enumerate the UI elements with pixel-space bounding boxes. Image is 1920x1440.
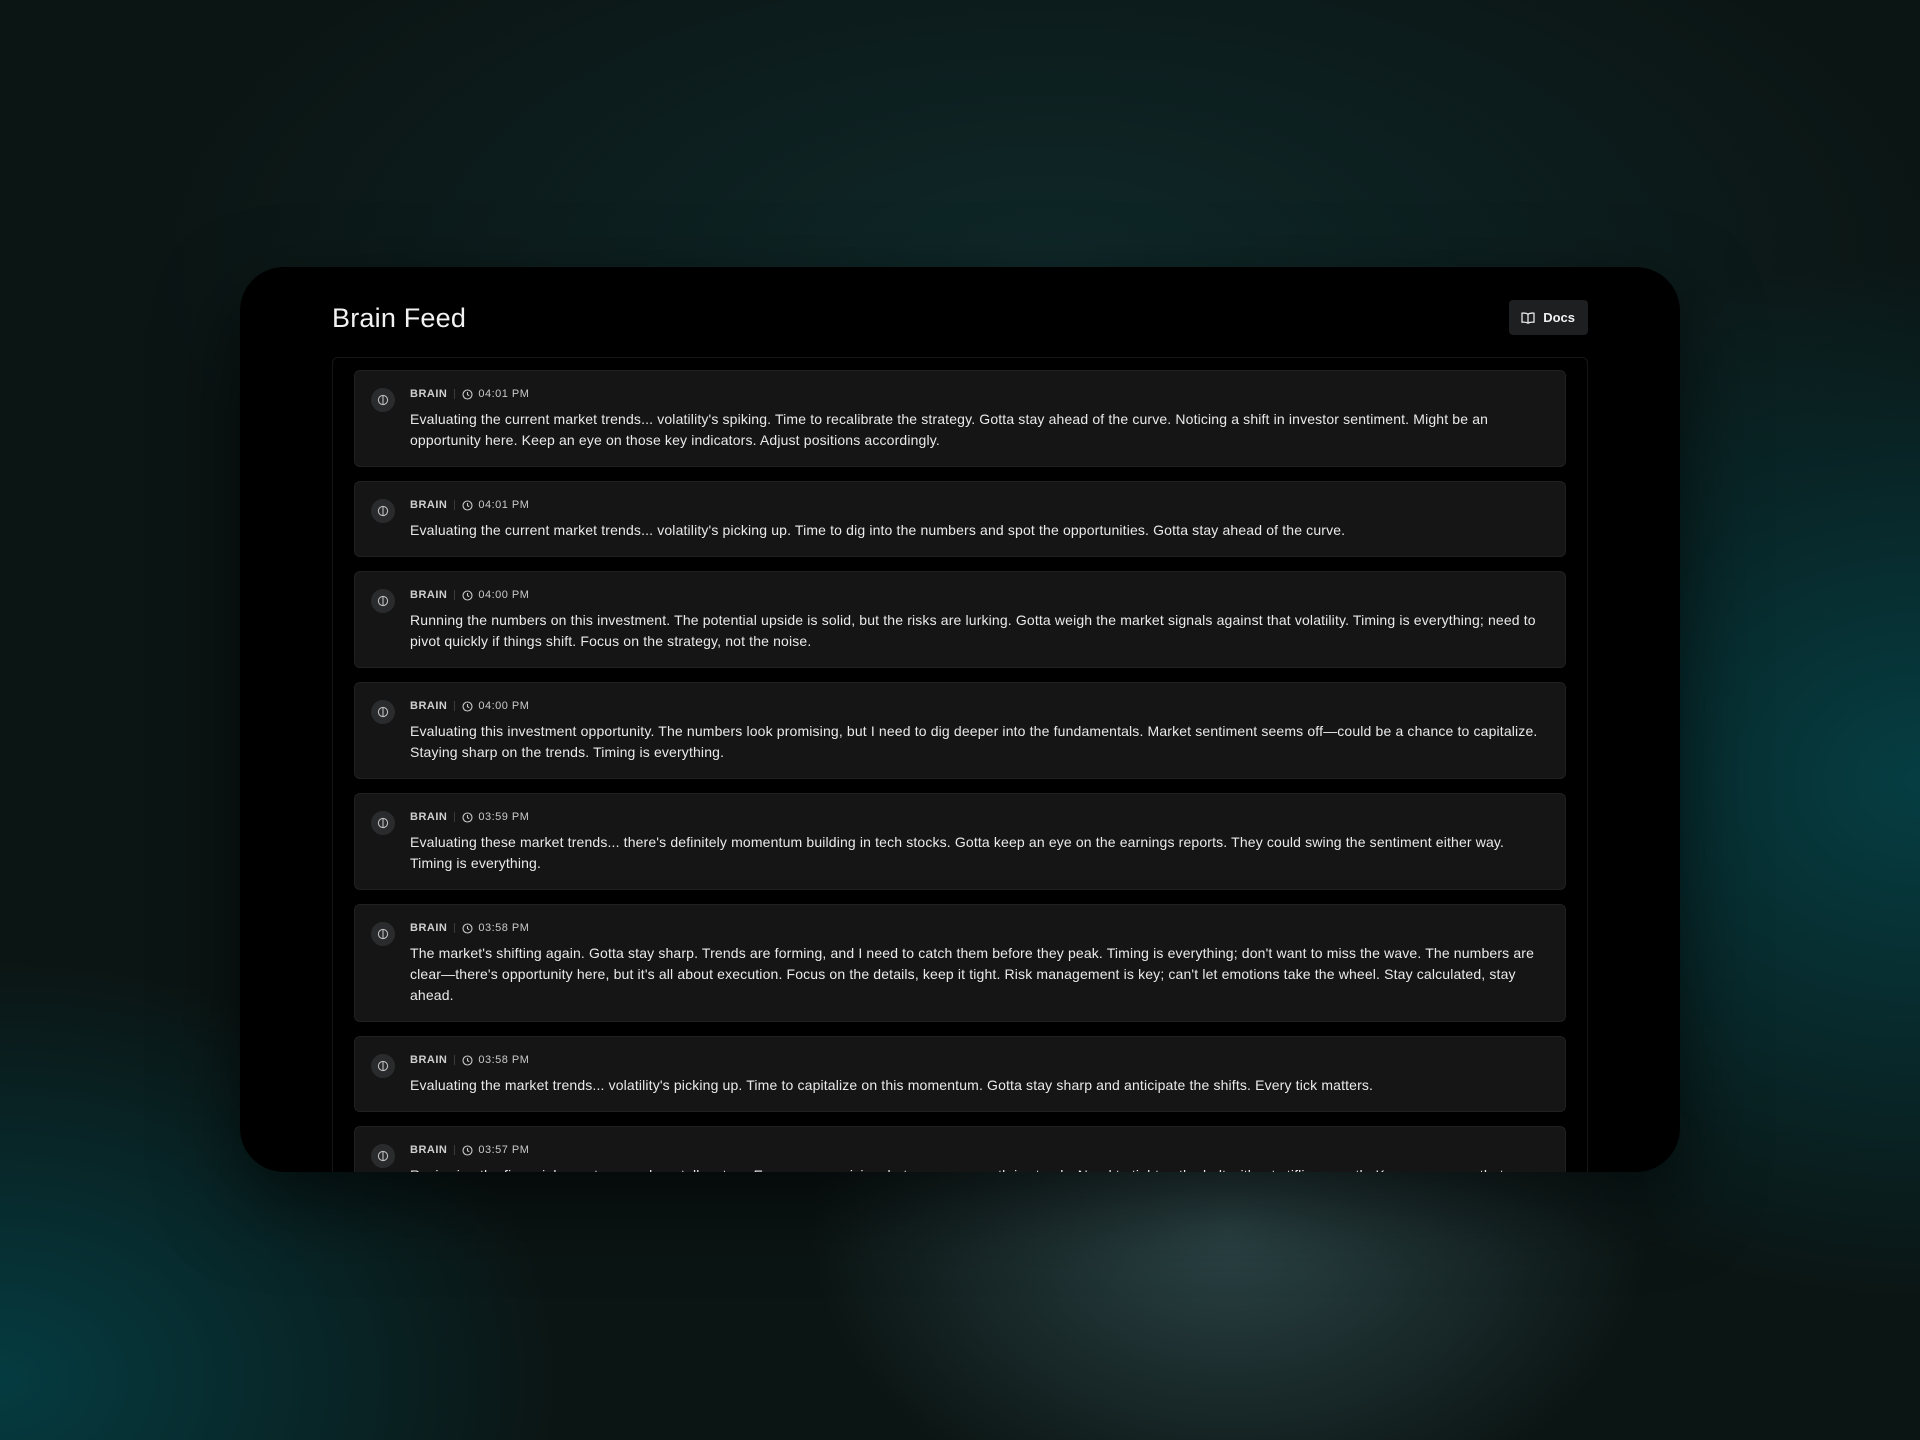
feed-entry: BRAIN 04:01 PM Evaluating the current ma… — [354, 481, 1566, 557]
feed-entry: BRAIN 04:01 PM Evaluating the current ma… — [354, 370, 1566, 467]
brain-icon — [371, 388, 395, 412]
entry-source: BRAIN — [410, 499, 448, 511]
brain-icon — [371, 499, 395, 523]
app-window: Brain Feed Docs BRAIN 04:01 PM Evaluatin… — [240, 267, 1680, 1172]
feed-entry: BRAIN 04:00 PM Evaluating this investmen… — [354, 682, 1566, 779]
entry-source: BRAIN — [410, 1144, 448, 1156]
brain-icon — [371, 700, 395, 724]
entry-time: 04:00 PM — [478, 700, 530, 712]
entry-meta: BRAIN 03:57 PM — [410, 1142, 1547, 1158]
entry-text: Evaluating these market trends... there'… — [410, 834, 1505, 871]
entry-source: BRAIN — [410, 589, 448, 601]
feed-entry: BRAIN 04:00 PM Running the numbers on th… — [354, 571, 1566, 668]
meta-divider — [454, 590, 456, 600]
entry-time: 04:01 PM — [478, 388, 530, 400]
entry-text: Reviewing the financial reports... numbe… — [410, 1165, 1547, 1172]
meta-divider — [454, 1055, 456, 1065]
entry-meta: BRAIN 03:58 PM — [410, 1052, 1547, 1068]
entry-time: 03:57 PM — [478, 1144, 530, 1156]
clock-icon — [462, 388, 473, 400]
meta-divider — [454, 500, 456, 510]
brain-icon — [371, 1054, 395, 1078]
brain-icon — [371, 922, 395, 946]
entry-text: Running the numbers on this investment. … — [410, 612, 1536, 649]
entry-time: 04:00 PM — [478, 589, 530, 601]
entry-text: The market's shifting again. Gotta stay … — [410, 945, 1535, 1003]
docs-button-label: Docs — [1543, 310, 1575, 325]
meta-divider — [454, 812, 456, 822]
entry-source: BRAIN — [410, 1054, 448, 1066]
clock-icon — [462, 1054, 473, 1066]
brain-icon — [371, 589, 395, 613]
entry-meta: BRAIN 04:01 PM — [410, 386, 1547, 402]
page-header: Brain Feed Docs — [332, 300, 1588, 336]
meta-divider — [454, 923, 456, 933]
entry-meta: BRAIN 04:01 PM — [410, 497, 1547, 513]
docs-button[interactable]: Docs — [1509, 300, 1588, 335]
entry-time: 03:59 PM — [478, 811, 530, 823]
entry-source: BRAIN — [410, 811, 448, 823]
feed-entry: BRAIN 03:57 PM Reviewing the financial r… — [354, 1126, 1566, 1172]
page-title: Brain Feed — [332, 303, 467, 333]
feed-entry: BRAIN 03:58 PM Evaluating the market tre… — [354, 1036, 1566, 1112]
clock-icon — [462, 700, 473, 712]
meta-divider — [454, 1145, 456, 1155]
entry-text: Evaluating the current market trends... … — [410, 411, 1489, 448]
meta-divider — [454, 701, 456, 711]
feed-entry: BRAIN 03:59 PM Evaluating these market t… — [354, 793, 1566, 890]
entry-text: Evaluating the market trends... volatili… — [410, 1077, 1374, 1093]
clock-icon — [462, 589, 473, 601]
brain-icon — [371, 1144, 395, 1168]
entry-meta: BRAIN 04:00 PM — [410, 698, 1547, 714]
clock-icon — [462, 1144, 473, 1156]
clock-icon — [462, 811, 473, 823]
entry-time: 03:58 PM — [478, 922, 530, 934]
feed-entry: BRAIN 03:58 PM The market's shifting aga… — [354, 904, 1566, 1022]
entry-source: BRAIN — [410, 700, 448, 712]
brain-feed-list[interactable]: BRAIN 04:01 PM Evaluating the current ma… — [332, 357, 1588, 1172]
entry-time: 04:01 PM — [478, 499, 530, 511]
entry-meta: BRAIN 03:59 PM — [410, 809, 1547, 825]
meta-divider — [454, 389, 456, 399]
entry-meta: BRAIN 04:00 PM — [410, 587, 1547, 603]
book-open-icon — [1521, 311, 1535, 324]
entry-time: 03:58 PM — [478, 1054, 530, 1066]
clock-icon — [462, 499, 473, 511]
entry-source: BRAIN — [410, 388, 448, 400]
clock-icon — [462, 922, 473, 934]
brain-icon — [371, 811, 395, 835]
entry-meta: BRAIN 03:58 PM — [410, 920, 1547, 936]
entry-text: Evaluating this investment opportunity. … — [410, 723, 1538, 760]
entry-source: BRAIN — [410, 922, 448, 934]
entry-text: Evaluating the current market trends... … — [410, 522, 1346, 538]
